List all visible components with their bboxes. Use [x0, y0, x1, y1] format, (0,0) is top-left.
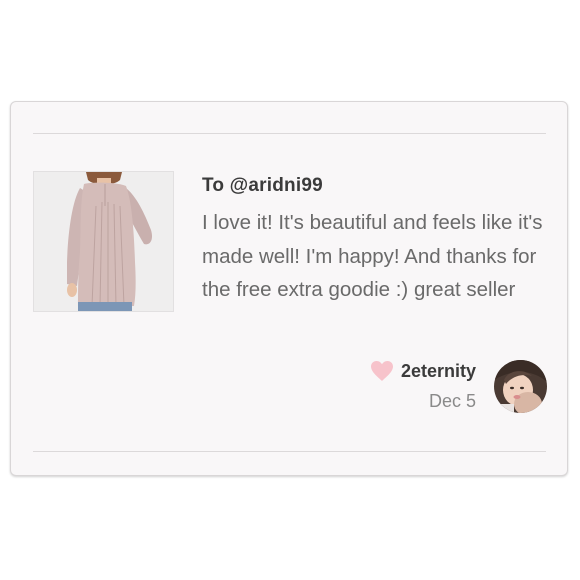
avatar[interactable]: [494, 360, 547, 413]
reviewer-username[interactable]: 2eternity: [401, 361, 476, 382]
review-recipient[interactable]: To @aridni99: [202, 175, 323, 197]
heart-icon[interactable]: [370, 360, 394, 382]
divider: [33, 133, 546, 134]
reviewer-info: 2eternity: [370, 360, 476, 382]
review-card: To @aridni99 I love it! It's beautiful a…: [10, 101, 568, 476]
divider: [33, 451, 546, 452]
review-date: Dec 5: [428, 391, 476, 411]
review-text: I love it! It's beautiful and feels like…: [202, 211, 543, 301]
product-image[interactable]: [33, 171, 174, 312]
